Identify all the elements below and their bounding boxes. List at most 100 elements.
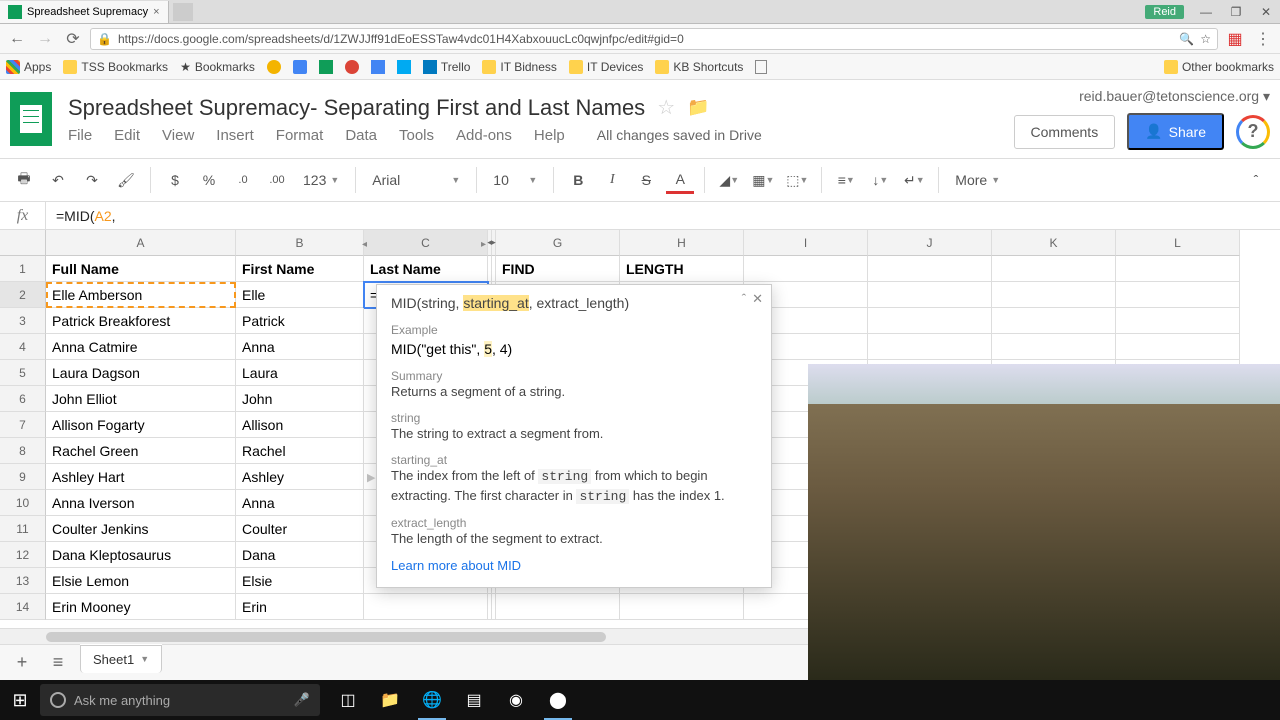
mic-icon[interactable]: 🎤 [294,692,310,708]
cell-C14[interactable] [364,594,488,620]
row-header-6[interactable]: 6 [0,386,46,412]
help-icon[interactable]: ? [1236,115,1270,149]
percent-button[interactable]: % [195,166,223,194]
row-header-2[interactable]: 2 [0,282,46,308]
italic-button[interactable]: I [598,166,626,194]
select-all-corner[interactable] [0,230,46,256]
cell-B5[interactable]: Laura [236,360,364,386]
cell-I1[interactable] [744,256,868,282]
user-email[interactable]: reid.bauer@tetonscience.org ▾ [1079,88,1270,105]
cell-A4[interactable]: Anna Catmire [46,334,236,360]
cell-B1[interactable]: First Name [236,256,364,282]
task-view-icon[interactable]: ◫ [328,680,368,720]
bookmark-folder[interactable]: TSS Bookmarks [63,60,168,74]
paint-format-icon[interactable]: 🖌 [112,166,140,194]
row-header-4[interactable]: 4 [0,334,46,360]
row-header-8[interactable]: 8 [0,438,46,464]
cell-A12[interactable]: Dana Kleptosaurus [46,542,236,568]
row-header-3[interactable]: 3 [0,308,46,334]
cell-J2[interactable] [868,282,992,308]
sheets-logo[interactable] [10,92,52,146]
row-header-9[interactable]: 9 [0,464,46,490]
bookmark-item[interactable] [293,60,307,74]
apps-shortcut[interactable]: Apps [6,60,51,74]
bookmark-folder[interactable]: KB Shortcuts [655,60,743,74]
currency-button[interactable]: $ [161,166,189,194]
add-sheet-button[interactable]: + [8,649,36,677]
learn-more-link[interactable]: Learn more about MID [391,558,757,573]
menu-view[interactable]: View [162,127,194,144]
cell-B4[interactable]: Anna [236,334,364,360]
decrease-decimal-icon[interactable]: .0 [229,166,257,194]
star-icon[interactable]: ☆ [657,95,675,120]
share-button[interactable]: 👤Share [1127,113,1224,150]
v-align-icon[interactable]: ↓▼ [866,166,894,194]
text-color-icon[interactable]: A [666,166,694,194]
strikethrough-button[interactable]: S [632,166,660,194]
close-icon[interactable]: × [153,6,159,18]
column-header-C[interactable]: C◂▸ [364,230,488,256]
undo-icon[interactable]: ↶ [44,166,72,194]
app-icon[interactable]: ▤ [454,680,494,720]
menu-addons[interactable]: Add-ons [456,127,512,144]
cell-H14[interactable] [620,594,744,620]
cell-G1[interactable]: FIND [496,256,620,282]
new-tab-button[interactable] [173,3,193,21]
row-header-11[interactable]: 11 [0,516,46,542]
cell-K4[interactable] [992,334,1116,360]
cell-K2[interactable] [992,282,1116,308]
extension-icon[interactable]: ▦ [1224,28,1246,50]
bookmark-folder[interactable]: ★Bookmarks [180,60,255,74]
cell-B9[interactable]: Ashley [236,464,364,490]
print-icon[interactable]: 🖶 [10,166,38,194]
h-align-icon[interactable]: ≡▼ [832,166,860,194]
number-format-dropdown[interactable]: 123▼ [297,172,345,188]
cell-B10[interactable]: Anna [236,490,364,516]
start-button[interactable]: ⊞ [0,680,40,720]
cell-A14[interactable]: Erin Mooney [46,594,236,620]
bookmark-folder[interactable]: IT Bidness [482,60,556,74]
menu-icon[interactable]: ⋮ [1252,28,1274,50]
minimize-icon[interactable]: — [1192,2,1220,22]
file-explorer-icon[interactable]: 📁 [370,680,410,720]
column-header-L[interactable]: L [1116,230,1240,256]
menu-edit[interactable]: Edit [114,127,140,144]
row-header-12[interactable]: 12 [0,542,46,568]
cell-C1[interactable]: Last Name [364,256,488,282]
redo-icon[interactable]: ↷ [78,166,106,194]
cortana-search[interactable]: Ask me anything 🎤 [40,684,320,716]
wrap-icon[interactable]: ↵▼ [900,166,928,194]
cell-L3[interactable] [1116,308,1240,334]
column-header-I[interactable]: I [744,230,868,256]
chevron-down-icon[interactable]: ▼ [140,654,149,664]
cell-A8[interactable]: Rachel Green [46,438,236,464]
forward-icon[interactable]: → [34,28,56,50]
cell-B2[interactable]: Elle [236,282,364,308]
cell-B12[interactable]: Dana [236,542,364,568]
row-header-13[interactable]: 13 [0,568,46,594]
menu-file[interactable]: File [68,127,92,144]
cell-K1[interactable] [992,256,1116,282]
cell-B6[interactable]: John [236,386,364,412]
fx-icon[interactable]: fx [0,202,46,229]
merge-icon[interactable]: ⬚▼ [783,166,811,194]
bookmark-folder[interactable]: IT Devices [569,60,643,74]
cell-B3[interactable]: Patrick [236,308,364,334]
column-header-G[interactable]: G [496,230,620,256]
menu-help[interactable]: Help [534,127,565,144]
cell-L1[interactable] [1116,256,1240,282]
app-icon[interactable]: ◉ [496,680,536,720]
cell-A2[interactable]: Elle Amberson [46,282,236,308]
cell-H1[interactable]: LENGTH [620,256,744,282]
cell-B7[interactable]: Allison [236,412,364,438]
column-header-J[interactable]: J [868,230,992,256]
document-title[interactable]: Spreadsheet Supremacy- Separating First … [68,95,645,121]
address-bar[interactable]: 🔒 https://docs.google.com/spreadsheets/d… [90,28,1218,50]
font-dropdown[interactable]: Arial▼ [366,172,466,188]
cell-J4[interactable] [868,334,992,360]
increase-decimal-icon[interactable]: .00 [263,166,291,194]
borders-icon[interactable]: ▦▼ [749,166,777,194]
column-header-A[interactable]: A [46,230,236,256]
search-icon[interactable]: 🔍 [1179,32,1194,46]
obs-icon[interactable]: ⬤ [538,680,578,720]
